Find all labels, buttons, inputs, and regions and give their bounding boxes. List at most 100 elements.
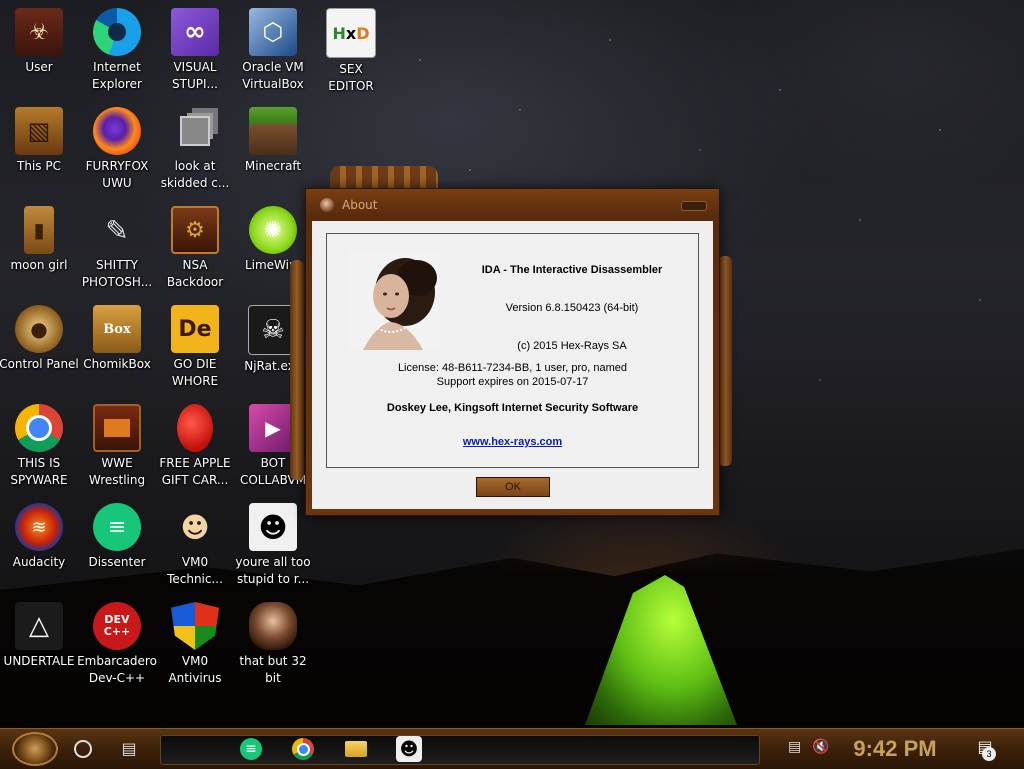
desktop-icon-label: UNDERTALE	[3, 654, 75, 668]
desktop-icon-undertale[interactable]: △ UNDERTALE	[0, 602, 79, 670]
portrait-icon	[249, 602, 297, 650]
dialog-client: IDA - The Interactive Disassembler Versi…	[312, 221, 713, 509]
desktop-icon-label: ChomikBox	[83, 357, 151, 371]
taskbar-dissenter-icon[interactable]: ≡	[238, 736, 264, 762]
desktop-icon-label: Minecraft	[244, 159, 302, 173]
desktop-icon-chomikbox[interactable]: Box ChomikBox	[77, 305, 157, 373]
desktop-icon-label: Oracle VM VirtualBox	[242, 60, 304, 91]
gimp-icon: ✎	[105, 213, 129, 247]
apple-icon	[177, 404, 213, 452]
desktop-icon-vm0-antivirus[interactable]: VM0 Antivirus	[155, 602, 235, 687]
copyright-text: (c) 2015 Hex-Rays SA	[517, 340, 627, 352]
desktop-icon-label: This PC	[17, 159, 61, 173]
desktop-icon-youre-all-too-stupid[interactable]: ☻ youre all too stupid to r...	[233, 503, 313, 588]
ok-button[interactable]: OK	[476, 477, 550, 497]
grass-block-icon	[249, 107, 297, 155]
website-link[interactable]: www.hex-rays.com	[463, 436, 562, 448]
desktop-icon-label: youre all too stupid to r...	[235, 555, 311, 586]
desktop-icon-label: GO DIE WHORE	[171, 357, 219, 388]
dialog-title: About	[342, 198, 378, 212]
desktop-icon-wwe-wrestling[interactable]: WWE Wrestling	[77, 404, 157, 489]
firefox-icon	[93, 107, 141, 155]
edge-icon	[93, 8, 141, 56]
audacity-icon: ≋	[15, 503, 63, 551]
desktop-icon-dissenter[interactable]: ≡ Dissenter	[77, 503, 157, 571]
desktop-icon-moon-girl[interactable]: ▮ moon girl	[0, 206, 79, 274]
desktop-icon-dev-cpp[interactable]: DEV C++ Embarcadero Dev-C++	[77, 602, 157, 687]
system-tray: ▤ 🔇	[782, 735, 837, 763]
desktop-icon-vm0-technician[interactable]: ☻ VM0 Technic...	[155, 503, 235, 588]
portrait-image	[347, 250, 439, 350]
desktop-icon-go-die[interactable]: De GO DIE WHORE	[155, 305, 235, 390]
virtualbox-icon: ⬡	[249, 8, 297, 56]
visual-studio-icon: ∞	[171, 8, 219, 56]
desktop-icon-label: VM0 Antivirus	[168, 654, 222, 685]
desktop-icon-minecraft[interactable]: Minecraft	[233, 107, 313, 175]
desktop-icon-label: that but 32 bit	[239, 654, 307, 685]
desktop-icon-shitty-photoshop[interactable]: ✎ SHITTY PHOTOSH...	[77, 206, 157, 291]
desktop-icon-free-apple[interactable]: FREE APPLE GIFT CAR...	[155, 404, 235, 489]
desktop-icon-visual-studio[interactable]: ∞ VISUAL STUPI...	[155, 8, 235, 93]
close-button[interactable]	[681, 201, 707, 211]
network-icon[interactable]: ▤	[788, 739, 801, 755]
dialog-left-ornament	[290, 260, 304, 480]
desktop-icon-label: WWE Wrestling	[88, 456, 146, 487]
website-container: www.hex-rays.com	[327, 436, 698, 448]
dialog-gear-ornament	[330, 166, 438, 190]
search-icon[interactable]	[74, 740, 92, 758]
user-folder-icon: ☣	[15, 8, 63, 56]
desktop-icon-look-at-skidded[interactable]: look at skidded c...	[155, 107, 235, 192]
product-name: IDA - The Interactive Disassembler	[481, 264, 663, 276]
start-button[interactable]	[12, 732, 58, 766]
about-dialog: About IDA - The Interactive Disassembler	[305, 188, 720, 516]
license-text: License: 48-B611-7234-BB, 1 user, pro, n…	[397, 362, 628, 374]
volume-muted-icon[interactable]: 🔇	[812, 739, 829, 755]
desktop-icon-sex-editor[interactable]: HxD SEX EDITOR	[311, 8, 391, 95]
desktop-icon-label: look at skidded c...	[160, 159, 230, 190]
desktop-icon-this-pc[interactable]: ▧ This PC	[0, 107, 79, 175]
taskbar-ida-icon[interactable]: ☻	[396, 736, 422, 762]
unity-icon: △	[15, 602, 63, 650]
shield-icon	[171, 602, 219, 650]
desktop-icon-label: Audacity	[12, 555, 66, 569]
about-info-group: IDA - The Interactive Disassembler Versi…	[326, 233, 699, 468]
desktop-icon-control-panel[interactable]: ● Control Panel	[0, 305, 79, 373]
taskbar-chrome-icon[interactable]	[290, 736, 316, 762]
desktop-icon-this-is-spyware[interactable]: THIS IS SPYWARE	[0, 404, 79, 489]
desktop-icon-that-but-32-bit[interactable]: that but 32 bit	[233, 602, 313, 687]
desktop-icon-label: Internet Explorer	[92, 60, 142, 91]
oven-icon	[93, 404, 141, 452]
desktop-icon-internet-explorer[interactable]: Internet Explorer	[77, 8, 157, 93]
stacked-windows-icon	[171, 107, 219, 155]
safe-icon: ⚙	[171, 206, 219, 254]
adobe-de-icon: De	[171, 305, 219, 353]
desktop-icon-label: FURRYFOX UWU	[85, 159, 149, 190]
lime-icon: ✺	[249, 206, 297, 254]
desktop-icon-label: VISUAL STUPI...	[172, 60, 218, 91]
licensee-text: Doskey Lee, Kingsoft Internet Security S…	[386, 402, 639, 414]
computer-icon: ▧	[15, 107, 63, 155]
dissenter-icon: ≡	[93, 503, 141, 551]
chrome-icon	[15, 404, 63, 452]
desktop-icon-nsa-backdoor[interactable]: ⚙ NSA Backdoor	[155, 206, 235, 291]
version-text: Version 6.8.150423 (64-bit)	[505, 302, 639, 314]
task-view-icon[interactable]: ▤	[118, 739, 140, 759]
desktop-icon-furryfox[interactable]: FURRYFOX UWU	[77, 107, 157, 192]
desktop-icon-virtualbox[interactable]: ⬡ Oracle VM VirtualBox	[233, 8, 313, 93]
portrait-sketch-icon: ☻	[249, 503, 297, 551]
folder-icon: ▮	[24, 206, 54, 254]
desktop-icon-label: NSA Backdoor	[166, 258, 224, 289]
chomikbox-icon: Box	[93, 305, 141, 353]
dialog-right-ornament	[718, 256, 732, 466]
desktop-icon-label: SHITTY PHOTOSH...	[81, 258, 153, 289]
notification-count-badge: 3	[982, 747, 996, 761]
desktop-icon-user[interactable]: ☣ User	[0, 8, 79, 76]
clock[interactable]: 9:42 PM	[845, 735, 945, 763]
desktop-icon-audacity[interactable]: ≋ Audacity	[0, 503, 79, 571]
taskbar-file-explorer-icon[interactable]	[343, 736, 369, 762]
dialog-titlebar[interactable]: About	[306, 189, 719, 221]
desktop-icon-label: moon girl	[10, 258, 68, 272]
desktop-icon-label: FREE APPLE GIFT CAR...	[159, 456, 231, 487]
ida-icon	[320, 198, 334, 212]
desktop-icon-label: Dissenter	[88, 555, 146, 569]
